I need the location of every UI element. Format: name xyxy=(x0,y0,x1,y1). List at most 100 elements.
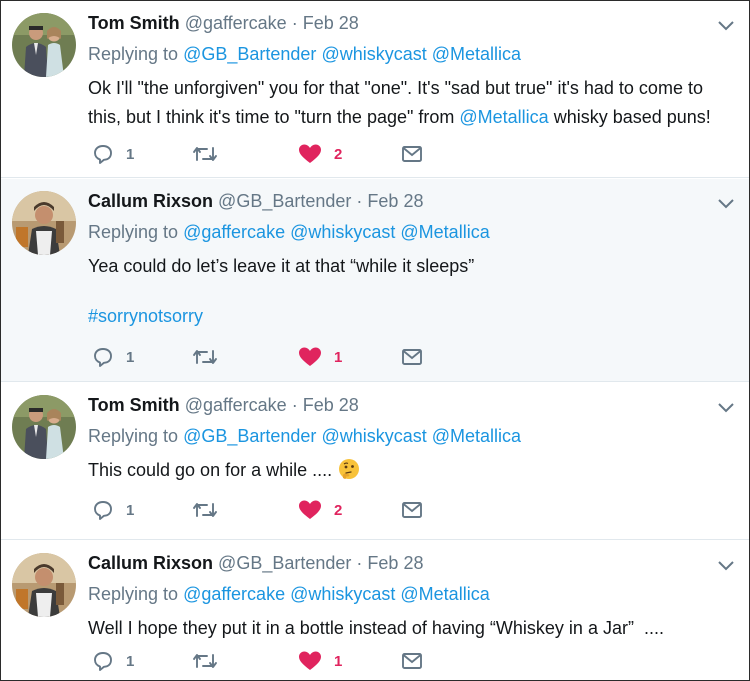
reply-icon xyxy=(94,145,112,164)
like-button[interactable]: 1 xyxy=(298,345,342,369)
like-button[interactable]: 2 xyxy=(298,498,342,522)
reply-icon xyxy=(94,501,112,520)
retweet-button[interactable] xyxy=(192,498,218,522)
reply-count: 1 xyxy=(126,348,135,366)
reply-button[interactable]: 1 xyxy=(92,345,134,369)
avatar[interactable] xyxy=(12,395,76,459)
mention-link[interactable]: @gaffercake xyxy=(183,584,285,604)
author-name[interactable]: Tom Smith xyxy=(88,395,180,415)
avatar[interactable] xyxy=(12,191,76,255)
tweet-text-line: This could go on for a while .... xyxy=(88,460,333,480)
heart-icon xyxy=(299,144,321,163)
avatar-bartender-photo xyxy=(12,191,76,255)
author-name[interactable]: Callum Rixson xyxy=(88,191,213,211)
separator-dot: · xyxy=(356,553,363,573)
tweet-text-line: Yea could do let’s leave it at that “whi… xyxy=(88,256,475,276)
retweet-button[interactable] xyxy=(192,345,218,369)
tweet-text: This could go on for a while .... xyxy=(88,458,719,482)
envelope-icon xyxy=(402,653,422,669)
reply-count: 1 xyxy=(126,652,135,670)
mention-link[interactable]: @GB_Bartender xyxy=(183,44,316,64)
reply-count: 1 xyxy=(126,501,135,519)
mention-link[interactable]: @Metallica xyxy=(432,426,521,446)
like-count: 2 xyxy=(334,145,343,163)
author-handle[interactable]: @GB_Bartender xyxy=(218,553,351,573)
like-button[interactable]: 1 xyxy=(298,649,342,673)
retweet-button[interactable] xyxy=(192,649,218,673)
avatar-couple-photo xyxy=(12,395,76,459)
replying-to-label: Replying to xyxy=(88,426,179,446)
mention-link[interactable]: @gaffercake xyxy=(183,222,285,242)
avatar[interactable] xyxy=(12,553,76,617)
reply-button[interactable]: 1 xyxy=(92,498,134,522)
avatar-couple-photo xyxy=(12,13,76,77)
mention-link[interactable]: @whiskycast xyxy=(321,44,426,64)
author-handle[interactable]: @gaffercake xyxy=(185,395,287,415)
reply-button[interactable]: 1 xyxy=(92,142,134,166)
like-count: 1 xyxy=(334,348,343,366)
replying-to: Replying to @gaffercake @whiskycast @Met… xyxy=(88,220,719,244)
reply-icon xyxy=(94,652,112,671)
envelope-icon xyxy=(402,146,422,162)
author-handle[interactable]: @GB_Bartender xyxy=(218,191,351,211)
separator-dot: · xyxy=(291,13,298,33)
replying-to: Replying to @gaffercake @whiskycast @Met… xyxy=(88,582,719,606)
avatar[interactable] xyxy=(12,13,76,77)
mention-link[interactable]: @Metallica xyxy=(432,44,521,64)
chevron-down-icon[interactable] xyxy=(717,19,735,31)
tweet-date[interactable]: Feb 28 xyxy=(303,395,359,415)
tweet-actions: 1 1 xyxy=(92,649,432,673)
tweet[interactable]: Callum Rixson @GB_Bartender · Feb 28 Rep… xyxy=(1,179,749,382)
replying-to: Replying to @GB_Bartender @whiskycast @M… xyxy=(88,42,719,66)
retweet-icon xyxy=(193,654,217,668)
mention-link[interactable]: @Metallica xyxy=(459,107,548,127)
like-count: 1 xyxy=(334,652,343,670)
author-handle[interactable]: @gaffercake xyxy=(185,13,287,33)
tweet-text-line: Well I hope they put it in a bottle inst… xyxy=(88,618,664,638)
mention-link[interactable]: @Metallica xyxy=(400,222,489,242)
chevron-down-icon[interactable] xyxy=(717,559,735,571)
tweet-actions: 1 2 xyxy=(92,142,432,166)
author-name[interactable]: Callum Rixson xyxy=(88,553,213,573)
mention-link[interactable]: @GB_Bartender xyxy=(183,426,316,446)
hashtag-link[interactable]: #sorrynotsorry xyxy=(88,304,719,328)
tweet-date[interactable]: Feb 28 xyxy=(367,553,423,573)
tweet-text: Yea could do let’s leave it at that “whi… xyxy=(88,254,719,328)
reply-count: 1 xyxy=(126,145,135,163)
chevron-down-icon[interactable] xyxy=(717,401,735,413)
mention-link[interactable]: @whiskycast xyxy=(321,426,426,446)
tweet-text: Well I hope they put it in a bottle inst… xyxy=(88,616,719,640)
tweet-text-line: Ok I'll "the unforgiven" you for that "o… xyxy=(88,78,703,98)
mention-link[interactable]: @whiskycast xyxy=(290,222,395,242)
heart-icon xyxy=(299,347,321,366)
like-button[interactable]: 2 xyxy=(298,142,342,166)
like-count: 2 xyxy=(334,501,343,519)
mention-link[interactable]: @Metallica xyxy=(400,584,489,604)
tweet-text-line: this, but I think it's time to "turn the… xyxy=(88,105,719,129)
direct-message-button[interactable] xyxy=(402,649,422,673)
retweet-button[interactable] xyxy=(192,142,218,166)
tweet[interactable]: Tom Smith @gaffercake · Feb 28 Replying … xyxy=(1,1,749,178)
retweet-icon xyxy=(193,503,217,517)
reply-button[interactable]: 1 xyxy=(92,649,134,673)
mention-link[interactable]: @whiskycast xyxy=(290,584,395,604)
tweet-date[interactable]: Feb 28 xyxy=(303,13,359,33)
retweet-icon xyxy=(193,147,217,161)
replying-to-label: Replying to xyxy=(88,222,179,242)
retweet-icon xyxy=(193,350,217,364)
tweet-text: Ok I'll "the unforgiven" you for that "o… xyxy=(88,76,719,129)
author-name[interactable]: Tom Smith xyxy=(88,13,180,33)
chevron-down-icon[interactable] xyxy=(717,197,735,209)
envelope-icon xyxy=(402,349,422,365)
reply-icon xyxy=(94,348,112,367)
tweet-text-part: whisky based puns! xyxy=(548,107,711,127)
tweet-actions: 1 2 xyxy=(92,498,432,522)
envelope-icon xyxy=(402,502,422,518)
tweet[interactable]: Callum Rixson @GB_Bartender · Feb 28 Rep… xyxy=(1,541,749,680)
direct-message-button[interactable] xyxy=(402,345,422,369)
replying-to-label: Replying to xyxy=(88,584,179,604)
tweet-date[interactable]: Feb 28 xyxy=(367,191,423,211)
direct-message-button[interactable] xyxy=(402,142,422,166)
direct-message-button[interactable] xyxy=(402,498,422,522)
tweet[interactable]: Tom Smith @gaffercake · Feb 28 Replying … xyxy=(1,383,749,540)
